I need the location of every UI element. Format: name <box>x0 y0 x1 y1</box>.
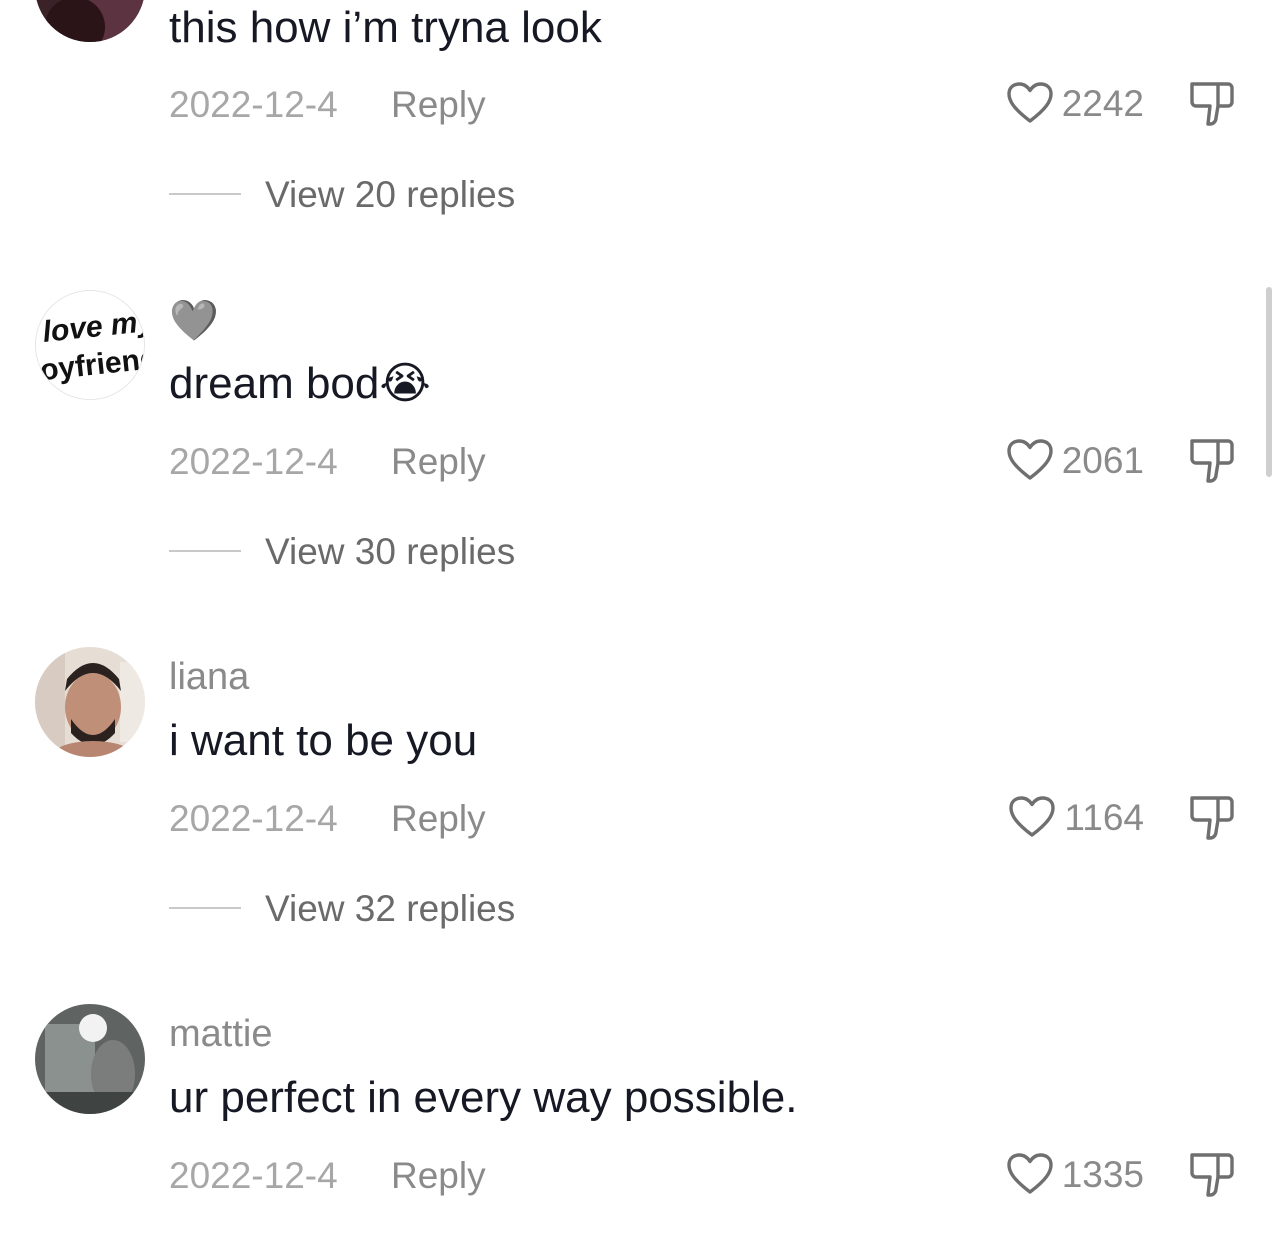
comment-meta: 2022-12-4 Reply <box>169 441 486 482</box>
avatar[interactable] <box>35 0 145 42</box>
scrollbar[interactable] <box>1266 287 1272 477</box>
view-replies-button[interactable]: View 30 replies <box>169 529 515 573</box>
thumbs-down-icon[interactable] <box>1186 78 1238 130</box>
comment-text: this how i’m tryna look <box>169 3 602 52</box>
like-button[interactable]: 2242 <box>1006 80 1144 126</box>
avatar[interactable]: i love my boyfriend <box>35 290 145 400</box>
comment-text: ur perfect in every way possible. <box>169 1073 798 1122</box>
thumbs-down-icon[interactable] <box>1186 1149 1238 1201</box>
heart-outline-icon <box>1006 1153 1053 1194</box>
like-button[interactable]: 1335 <box>1006 1151 1144 1197</box>
comment-username[interactable]: mattie <box>169 1015 272 1053</box>
comment-text: dream bod😭 <box>169 362 431 406</box>
comment-date: 2022-12-4 <box>169 441 338 482</box>
like-count: 1335 <box>1061 1153 1144 1195</box>
view-replies-label: View 30 replies <box>265 530 516 572</box>
like-count: 2242 <box>1061 82 1144 124</box>
thumbs-down-icon[interactable] <box>1186 435 1238 487</box>
reply-button[interactable]: Reply <box>391 1157 486 1194</box>
heart-outline-icon <box>1006 82 1053 123</box>
comment-meta: 2022-12-4 Reply <box>169 1155 486 1196</box>
like-button[interactable]: 2061 <box>1006 437 1144 483</box>
like-button[interactable]: 1164 <box>1008 794 1144 840</box>
comment-meta: 2022-12-4 Reply <box>169 84 486 125</box>
comment-date: 2022-12-4 <box>169 798 338 839</box>
divider <box>169 550 241 552</box>
reply-button[interactable]: Reply <box>391 443 486 480</box>
view-replies-button[interactable]: View 20 replies <box>169 172 515 216</box>
divider <box>169 193 241 195</box>
comment-text-content: dream bod <box>169 359 380 408</box>
comment-meta: 2022-12-4 Reply <box>169 798 486 839</box>
view-replies-label: View 20 replies <box>265 173 516 215</box>
crying-emoji: 😭 <box>379 359 431 408</box>
reply-button[interactable]: Reply <box>391 86 486 123</box>
comment-date: 2022-12-4 <box>169 84 338 125</box>
comment-date: 2022-12-4 <box>169 1155 338 1196</box>
like-count: 2061 <box>1061 439 1144 481</box>
like-count: 1164 <box>1064 796 1144 838</box>
comment-text: i want to be you <box>169 716 478 765</box>
avatar[interactable] <box>35 1004 145 1114</box>
view-replies-label: View 32 replies <box>265 887 516 929</box>
comment-username[interactable]: 🩶 <box>169 298 219 344</box>
divider <box>169 907 241 909</box>
heart-outline-icon <box>1009 796 1056 837</box>
reply-button[interactable]: Reply <box>391 800 486 837</box>
comment-username[interactable]: liana <box>169 658 249 696</box>
heart-outline-icon <box>1006 439 1053 480</box>
thumbs-down-icon[interactable] <box>1186 792 1238 844</box>
view-replies-button[interactable]: View 32 replies <box>169 886 515 930</box>
avatar[interactable] <box>35 647 145 757</box>
